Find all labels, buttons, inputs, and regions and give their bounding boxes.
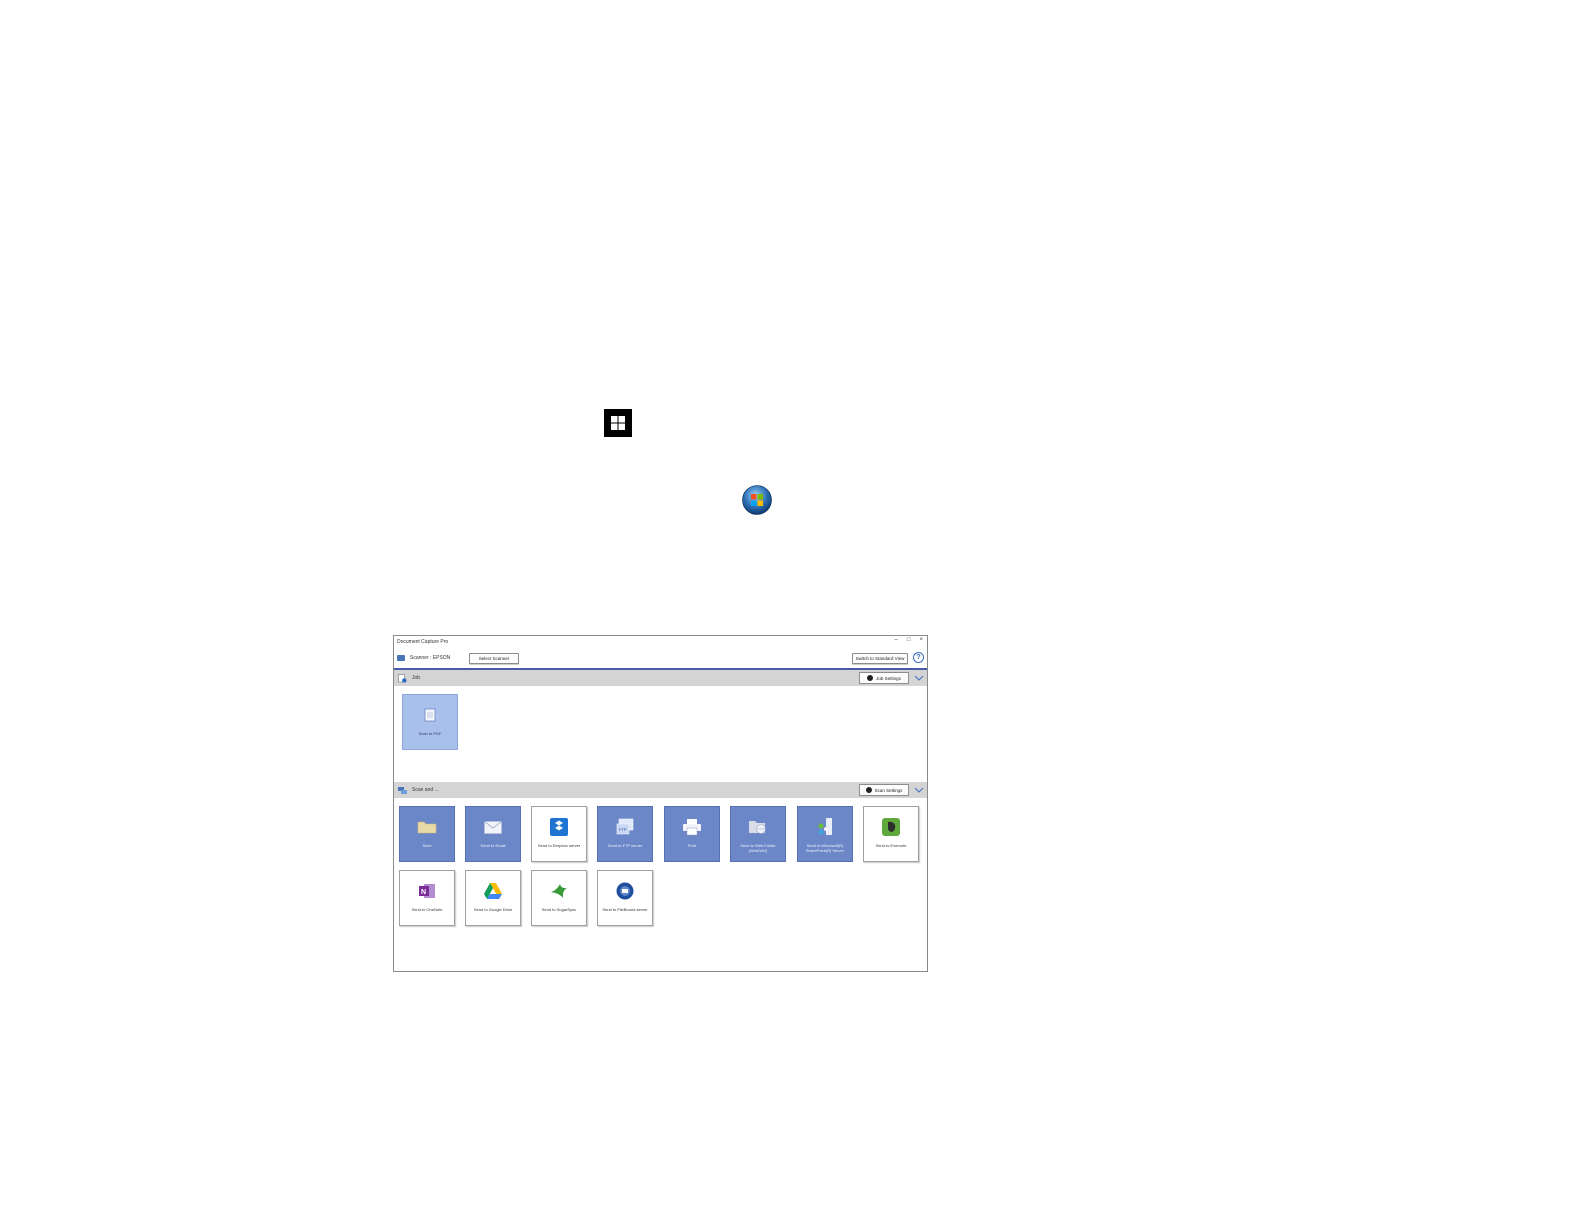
tile-send-to-evernote[interactable]: Send to Evernote: [863, 806, 919, 862]
title-bar: Document Capture Pro – □ ×: [394, 636, 927, 648]
tile-label: Send to Google Drive: [473, 907, 513, 912]
tile-label: Send to Dropbox server: [537, 843, 581, 848]
chevron-down-icon[interactable]: [914, 673, 924, 683]
gear-icon: [865, 787, 872, 793]
scan-section-header: Scan and ... Scan Settings: [394, 782, 927, 798]
scan-settings-label: Scan Settings: [874, 787, 903, 793]
svg-text:FTP: FTP: [619, 827, 627, 832]
select-scanner-button[interactable]: Select Scanner: [469, 653, 519, 664]
document-icon: [420, 705, 440, 725]
svg-text:N: N: [421, 889, 426, 896]
close-button[interactable]: ×: [919, 637, 923, 643]
onenote-icon: N: [417, 881, 437, 901]
minimize-button[interactable]: –: [895, 637, 898, 643]
help-icon[interactable]: ?: [913, 652, 924, 663]
dropbox-icon: [549, 817, 569, 837]
windows-7-start-icon: [742, 485, 772, 515]
tile-label: Send to Web Folder (WebDAV): [740, 843, 776, 853]
sharepoint-icon: [815, 817, 835, 837]
printer-icon: [682, 817, 702, 837]
google-drive-icon: [483, 881, 503, 901]
scan-and-icon: [398, 786, 407, 794]
filebound-icon: [615, 881, 635, 901]
job-section-label: Job: [412, 675, 421, 681]
job-icon: [398, 673, 407, 683]
document-capture-pro-window: Document Capture Pro – □ × Scanner : EPS…: [393, 635, 928, 972]
chevron-down-icon[interactable]: [914, 785, 924, 795]
job-area: Scan to PDF: [394, 686, 927, 782]
scanner-icon: [397, 655, 405, 661]
toolbar: Scanner : EPSON Select Scanner Switch to…: [394, 648, 927, 670]
envelope-icon: [483, 817, 503, 837]
evernote-icon: [881, 817, 901, 837]
tile-label: Send to OneNote: [411, 907, 443, 912]
tile-send-to-google-drive[interactable]: Send to Google Drive: [465, 870, 521, 926]
ftp-icon: FTP: [615, 817, 635, 837]
tile-label: Send to Email: [480, 843, 506, 848]
tile-label: Send to Evernote: [875, 843, 907, 848]
tile-send-to-email[interactable]: Send to Email: [465, 806, 521, 862]
tile-send-to-web-folder[interactable]: Send to Web Folder (WebDAV): [730, 806, 786, 862]
windows-10-start-icon: [604, 409, 632, 437]
maximize-button[interactable]: □: [907, 637, 911, 643]
job-settings-button[interactable]: Job Settings: [859, 672, 909, 684]
tile-save[interactable]: Save: [399, 806, 455, 862]
tile-label: Send to FTP server: [607, 843, 643, 848]
tile-send-to-filebound[interactable]: Send to FileBound server: [597, 870, 653, 926]
web-folder-icon: [748, 817, 768, 837]
switch-to-standard-view-button[interactable]: Switch to Standard View: [852, 653, 908, 664]
job-settings-label: Job Settings: [876, 675, 901, 681]
tile-send-to-ftp[interactable]: FTP Send to FTP server: [597, 806, 653, 862]
folder-icon: [417, 817, 437, 837]
window-title: Document Capture Pro: [397, 639, 449, 645]
tile-send-to-sugarsync[interactable]: Send to SugarSync: [531, 870, 587, 926]
tile-send-to-onenote[interactable]: N Send to OneNote: [399, 870, 455, 926]
tile-label: Save: [422, 843, 432, 848]
tile-label: Send to SugarSync: [541, 907, 577, 912]
scan-settings-button[interactable]: Scan Settings: [859, 784, 909, 796]
scan-section-label: Scan and ...: [412, 787, 439, 793]
tile-label: Send to FileBound server: [602, 907, 648, 912]
tile-send-to-dropbox[interactable]: Send to Dropbox server: [531, 806, 587, 862]
job-section-header: Job Job Settings: [394, 670, 927, 686]
gear-icon: [867, 675, 874, 681]
scanner-label: Scanner : EPSON: [410, 655, 451, 661]
tile-label: Scan to PDF: [418, 731, 442, 736]
scan-and-area: Save Send to Email Send to Dropbox serve…: [394, 798, 927, 958]
tile-label: Print: [687, 843, 697, 848]
job-tile-scan-to-pdf[interactable]: Scan to PDF: [402, 694, 458, 750]
tile-label: Send to Microsoft(R) SharePoint(R) Serve…: [805, 843, 845, 853]
tile-send-to-sharepoint[interactable]: Send to Microsoft(R) SharePoint(R) Serve…: [797, 806, 853, 862]
tile-print[interactable]: Print: [664, 806, 720, 862]
sugarsync-icon: [549, 881, 569, 901]
